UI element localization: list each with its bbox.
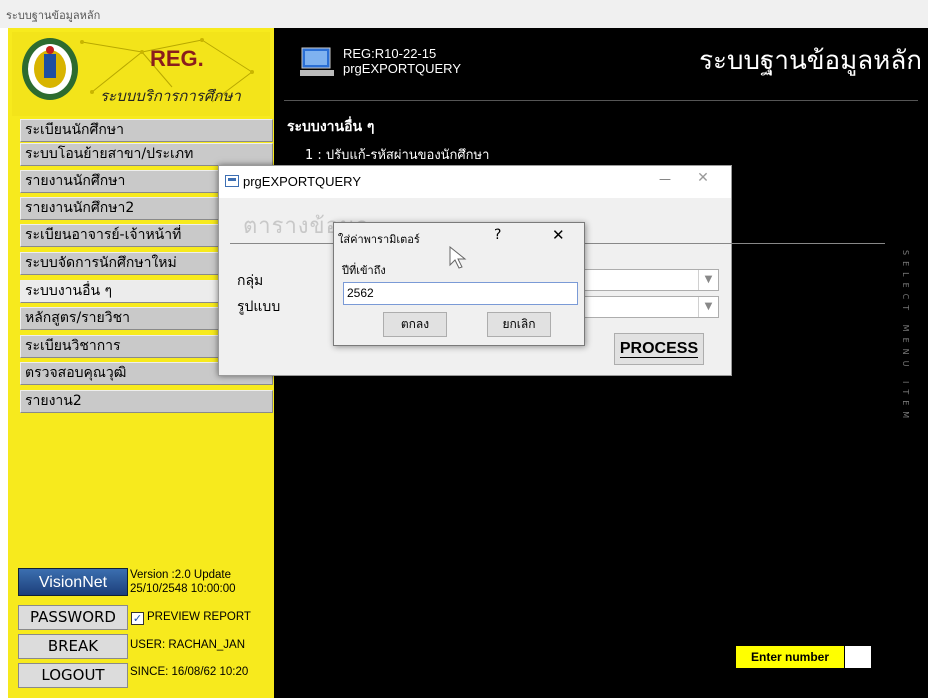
logo-title: REG. [150,46,204,71]
chevron-down-icon: ▼ [698,297,718,317]
cancel-button[interactable]: ยกเลิก [487,312,551,337]
close-button[interactable]: ✕ [552,226,565,244]
minimize-button[interactable]: — [657,172,673,188]
visionnet-logo: VisionNet [18,568,128,596]
version-date: 25/10/2548 10:00:00 [130,583,236,595]
header-divider [284,100,918,101]
window-title-bar: ระบบฐานข้อมูลหลัก [0,0,928,28]
vertical-hint: SELECT MENU ITEM [898,250,912,428]
window-title: ระบบฐานข้อมูลหลัก [6,9,101,22]
preview-report-checkbox[interactable]: ✓ [131,612,144,625]
sidebar-item-report2[interactable]: รายงาน2 [20,390,273,413]
break-button[interactable]: BREAK [18,634,128,659]
dialog-title-bar: prgEXPORTQUERY — ✕ [219,166,731,198]
logout-button[interactable]: LOGOUT [18,663,128,688]
ok-button[interactable]: ตกลง [383,312,447,337]
logo-banner: REG. ระบบบริการการศึกษา [12,32,270,116]
enter-number-label: Enter number [736,646,844,668]
sidebar-item-transfer[interactable]: ระบบโอนย้ายสาขา/ประเภท [20,143,273,166]
process-label: PROCESS [619,340,699,358]
since-label: SINCE: 16/08/62 10:20 [130,666,249,678]
logo-subtitle: ระบบบริการการศึกษา [100,87,241,105]
help-button[interactable]: ? [494,227,501,243]
preview-report-label: PREVIEW REPORT [147,611,251,623]
section-title: ระบบงานอื่น ๆ [287,119,375,135]
mouse-cursor-icon [449,245,467,270]
process-button[interactable]: PROCESS [614,333,704,365]
app-code: REG:R10-22-15 [343,46,437,61]
group-label: กลุ่ม [237,273,264,289]
format-label: รูปแบบ [237,299,281,315]
computer-icon [298,46,338,80]
parameter-prompt: ปีที่เข้าถึง [342,264,386,277]
program-name: prgEXPORTQUERY [343,61,462,76]
version-label: Version :2.0 Update [130,569,232,581]
parameter-input[interactable]: 2562 [343,282,578,305]
enter-number-input[interactable] [845,646,871,668]
sidebar-item-student-record[interactable]: ระเบียนนักศึกษา [20,119,273,142]
dialog-title: prgEXPORTQUERY [243,174,362,189]
university-seal-icon [20,36,80,102]
vertical-hint-text: SELECT MENU ITEM [901,250,910,425]
password-button[interactable]: PASSWORD [18,605,128,630]
close-icon[interactable]: ✕ [695,170,711,186]
visionnet-text: VisionNet [38,574,108,591]
parameter-dialog-title: ใส่ค่าพารามิเตอร์ [338,233,420,246]
menu-option-1[interactable]: 1 : ปรับแก้-รหัสผ่านของนักศึกษา [305,144,489,165]
page-title: ระบบฐานข้อมูลหลัก [699,46,922,76]
chevron-down-icon: ▼ [698,270,718,290]
form-icon [225,175,239,187]
user-label: USER: RACHAN_JAN [130,639,246,651]
